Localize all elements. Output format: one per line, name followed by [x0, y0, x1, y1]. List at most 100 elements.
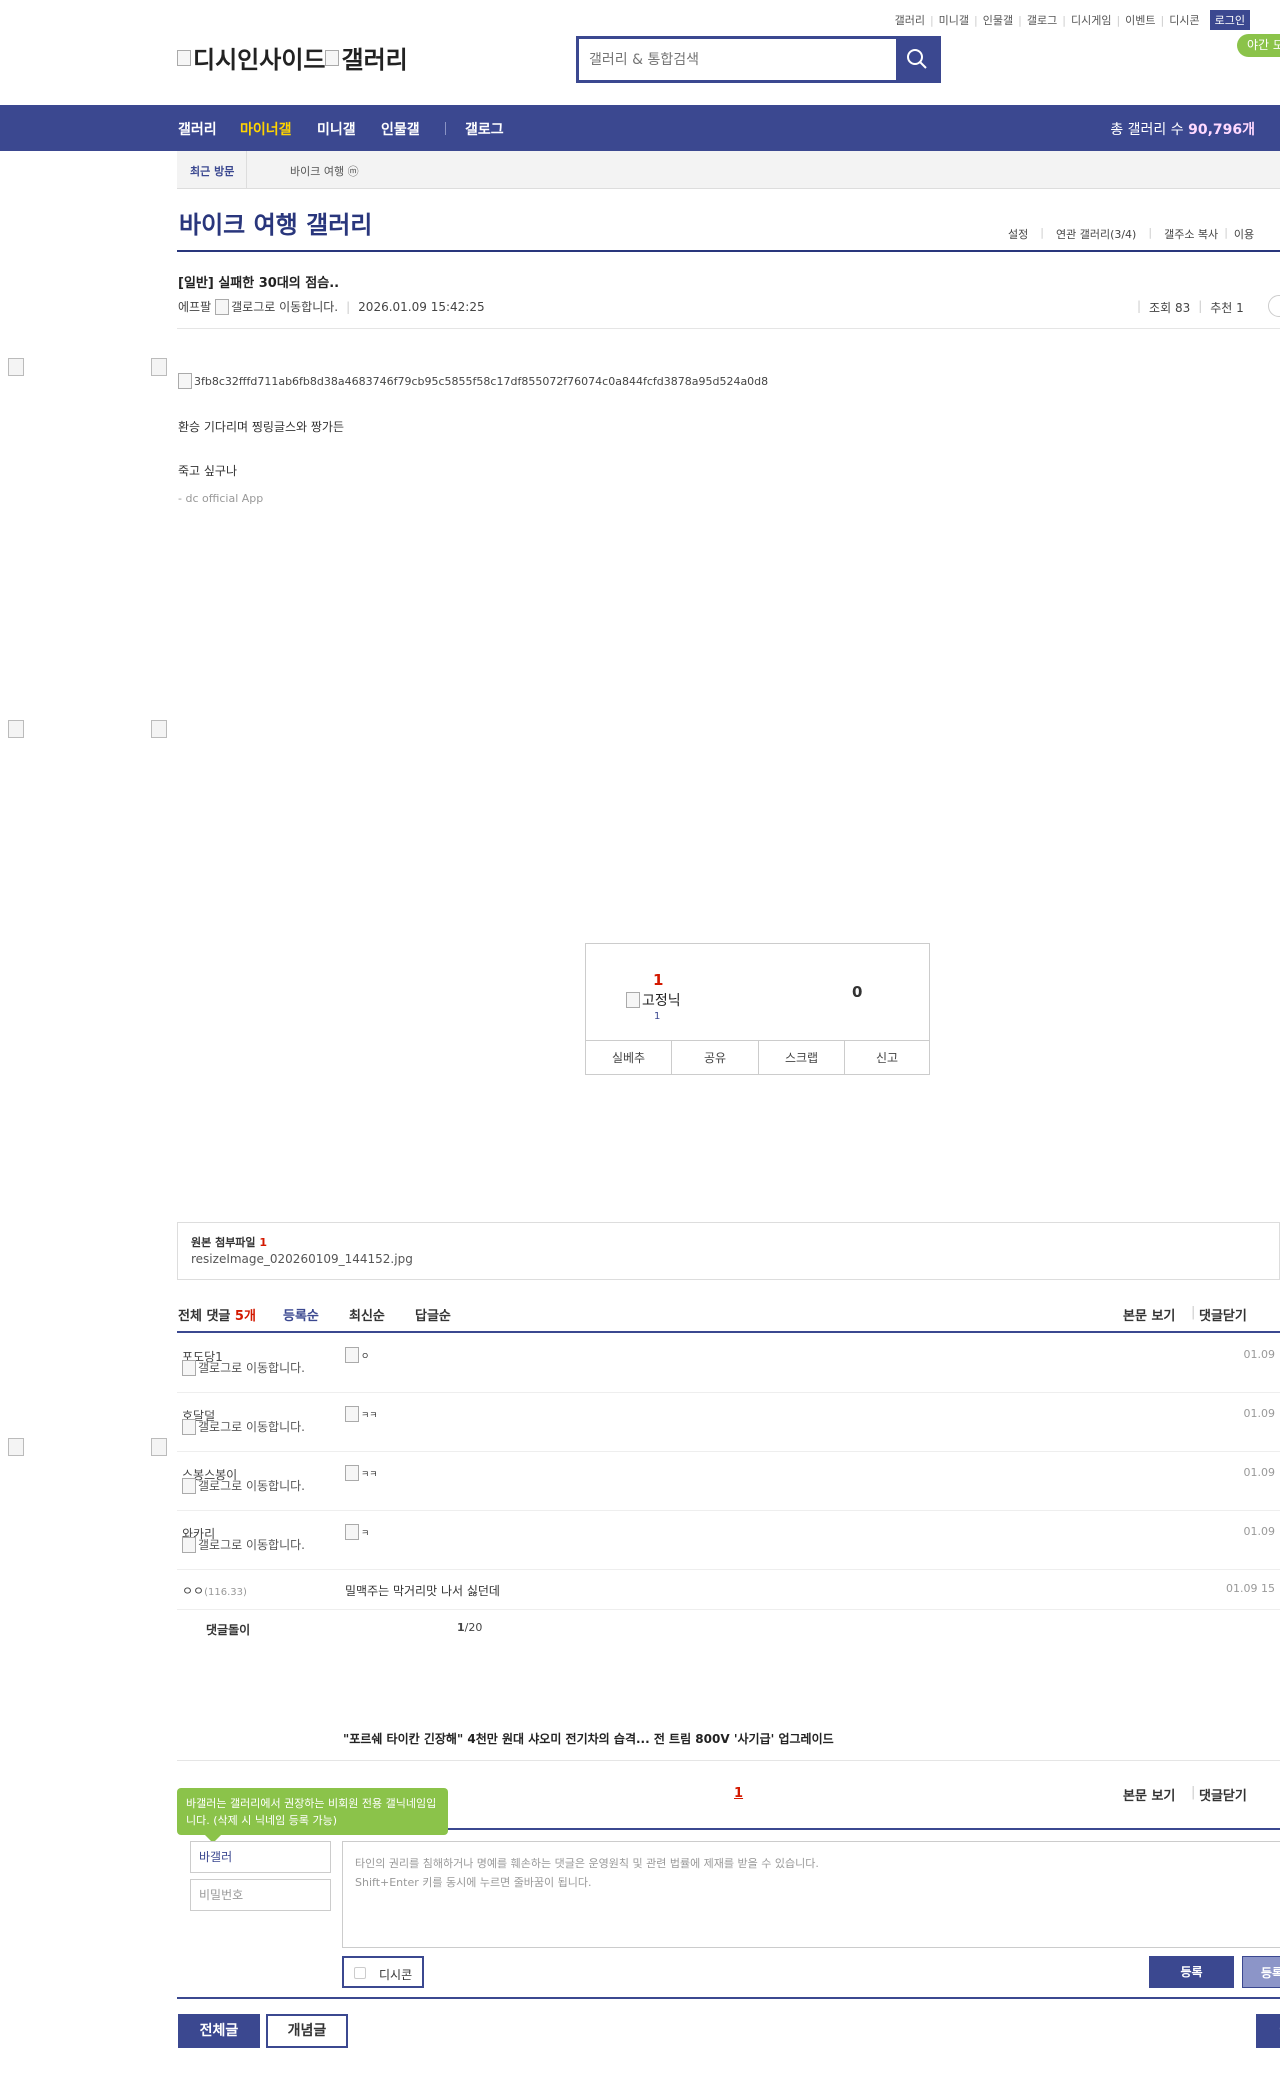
- comment-bot-page: 1: [457, 1621, 465, 1634]
- top-link-minor[interactable]: 미니갤: [939, 12, 969, 28]
- nav-person-gallery[interactable]: 인물갤: [381, 119, 420, 139]
- gallog-link[interactable]: 갤로그로 이동합니다.: [182, 1419, 312, 1435]
- silbe-recommend-button[interactable]: 실베추: [586, 1040, 672, 1074]
- gallog-link[interactable]: 갤로그로 이동합니다.: [182, 1360, 312, 1376]
- comment-date: 01.09 15: [1226, 1582, 1275, 1595]
- report-button[interactable]: 신고: [845, 1040, 929, 1074]
- nav-divider: [445, 122, 446, 135]
- gallery-settings-link[interactable]: 설정: [1008, 226, 1028, 242]
- concept-posts-button[interactable]: 개념글: [266, 2014, 348, 2048]
- top-link-gallery[interactable]: 갤러리: [895, 12, 925, 28]
- recent-divider: [246, 151, 247, 188]
- attachment-file-link[interactable]: resizeImage_020260109_144152.jpg: [191, 1252, 413, 1266]
- comment-row: 포도당1 갤로그로 이동합니다. ㅇ 01.09: [177, 1333, 1280, 1393]
- post-author[interactable]: 에프팔: [178, 298, 211, 315]
- login-button[interactable]: 로그인: [1209, 10, 1250, 30]
- top-link-dcgame[interactable]: 디시게임: [1071, 12, 1111, 28]
- share-circle-button[interactable]: [1268, 295, 1280, 317]
- search-button[interactable]: [896, 39, 938, 80]
- comment-bot-page-total: /20: [464, 1621, 483, 1634]
- post-meta: 에프팔 갤로그로 이동합니다. | 2026.01.09 15:42:25: [178, 298, 485, 315]
- related-gallery-link[interactable]: 연관 갤러리(3/4): [1056, 226, 1136, 242]
- comment-bot-label: 댓글돌이: [206, 1623, 251, 1637]
- close-comments-link-bottom[interactable]: 댓글닫기: [1199, 1785, 1247, 1804]
- sort-latest-tab[interactable]: 최신순: [349, 1305, 385, 1324]
- write-post-button[interactable]: 글: [1256, 2014, 1280, 2048]
- comment-dccon-image: ㅋㅋ: [345, 1465, 378, 1481]
- comment-body: ㅋㅋ: [361, 1410, 378, 1421]
- comment-row: 스봉스봉이 갤로그로 이동합니다. ㅋㅋ 01.09: [177, 1451, 1280, 1511]
- comment-body: ㅋㅋ: [361, 1469, 378, 1480]
- main-nav: 갤러리 마이너갤 미니갤 인물갤 갤로그 총 갤러리 수 90,796개: [0, 105, 1280, 151]
- comment-nick[interactable]: ㅇㅇ(116.33): [182, 1582, 247, 1599]
- comment-page-1[interactable]: 1: [734, 1786, 743, 1801]
- share-button[interactable]: 공유: [672, 1040, 759, 1074]
- recent-item-bike-travel[interactable]: 바이크 여행 ⓜ: [290, 163, 359, 179]
- comment-dccon-image: ㅋ: [345, 1524, 369, 1540]
- comment-submit-alt-button[interactable]: 등록: [1242, 1956, 1280, 1988]
- top-link-event[interactable]: 이벤트: [1125, 12, 1155, 28]
- broken-image-icon: [345, 1347, 359, 1363]
- gallog-link[interactable]: 갤로그로 이동합니다.: [182, 1478, 312, 1494]
- top-link-person[interactable]: 인물갤: [983, 12, 1013, 28]
- sort-registered-tab[interactable]: 등록순: [283, 1305, 319, 1324]
- view-body-link[interactable]: 본문 보기: [1123, 1305, 1175, 1324]
- comment-dccon-image: ㅋㅋ: [345, 1406, 378, 1422]
- nav-gallery[interactable]: 갤러리: [178, 119, 217, 139]
- post-views: 조회 83: [1149, 301, 1191, 315]
- nav-gallog[interactable]: 갤로그: [465, 119, 504, 139]
- comment-submit-button[interactable]: 등록: [1149, 1956, 1234, 1988]
- all-posts-button[interactable]: 전체글: [178, 2014, 260, 2048]
- night-mode-toggle[interactable]: 야간 모드: [1237, 34, 1280, 57]
- post-stats: | 조회 83 | 추천 1: [1137, 299, 1244, 315]
- comment-dccon-image: ㅇ: [345, 1347, 369, 1363]
- password-input[interactable]: 비밀번호: [190, 1879, 331, 1911]
- comment-bot-divider: [177, 1760, 1280, 1761]
- scrap-button[interactable]: 스크랩: [759, 1040, 845, 1074]
- post-body-line: 죽고 싶구나: [178, 464, 238, 478]
- site-logo[interactable]: 디시인사이드 갤러리: [177, 40, 408, 75]
- dccon-button[interactable]: 디시콘: [342, 1956, 424, 1988]
- total-gallery-count: 총 갤러리 수 90,796개: [1110, 119, 1255, 139]
- gallery-links: 설정 | 연관 갤러리(3/4) | 갤주소 복사 | 이용: [1008, 226, 1255, 242]
- side-banner-image: [151, 358, 167, 376]
- top-links: 갤러리 | 미니갤 | 인물갤 | 갤로그 | 디시게임 | 이벤트 | 디시콘 로그인: [895, 10, 1250, 30]
- nick-input[interactable]: 바갤러: [190, 1841, 331, 1873]
- recent-item-label: 바이크 여행: [290, 165, 345, 178]
- close-comments-link[interactable]: 댓글닫기: [1199, 1305, 1247, 1324]
- gallog-link[interactable]: 갤로그로 이동합니다.: [182, 1537, 312, 1553]
- search-input[interactable]: [579, 39, 896, 80]
- top-link-dccon[interactable]: 디시콘: [1169, 12, 1199, 28]
- nav-minor-gallery[interactable]: 마이너갤: [240, 119, 292, 139]
- logo-text: 디시인사이드: [193, 46, 326, 74]
- recommend-down-button[interactable]: [786, 974, 836, 1014]
- gallog-link[interactable]: 갤로그로 이동합니다.: [215, 298, 338, 315]
- comment-total-label: 전체 댓글: [178, 1309, 231, 1324]
- broken-image-icon: [182, 1478, 196, 1494]
- comment-date: 01.09: [1243, 1466, 1276, 1479]
- post-image[interactable]: 3fb8c32fffd711ab6fb8d38a4683746f79cb95c5…: [178, 373, 768, 389]
- nav-mini-gallery[interactable]: 미니갤: [317, 119, 356, 139]
- gallog-link-alt: 갤로그로 이동합니다.: [198, 1361, 305, 1375]
- fixed-nick-count: 1: [654, 1011, 661, 1022]
- post-footer-app: - dc official App: [178, 492, 264, 505]
- recommend-up-button[interactable]: [676, 984, 706, 1014]
- usage-link[interactable]: 이용: [1234, 226, 1254, 242]
- attachment-label-text: 원본 첨부파일: [191, 1236, 256, 1249]
- post-date: 2026.01.09 15:42:25: [358, 299, 485, 314]
- broken-image-icon: [182, 1360, 196, 1376]
- recommend-up-count: 1: [653, 971, 664, 989]
- comment-bot-news-link[interactable]: "포르쉐 타이칸 긴장해" 4천만 원대 샤오미 전기차의 습격... 전 트림…: [343, 1730, 834, 1747]
- sort-reply-tab[interactable]: 답글순: [415, 1305, 451, 1324]
- top-link-gallog[interactable]: 갤로그: [1027, 12, 1057, 28]
- broken-image-icon: [215, 298, 230, 315]
- write-area-bottomline: [177, 1997, 1280, 1999]
- fixed-nick-image: 고정닉: [626, 990, 681, 1010]
- gallery-title[interactable]: 바이크 여행 갤러리: [179, 205, 372, 240]
- broken-image-icon: [626, 992, 640, 1008]
- copy-gallery-address-link[interactable]: 갤주소 복사: [1164, 226, 1218, 242]
- view-body-link-bottom[interactable]: 본문 보기: [1123, 1785, 1175, 1804]
- comment-date: 01.09: [1243, 1407, 1276, 1420]
- gallog-link-alt: 갤로그로 이동합니다.: [231, 300, 339, 314]
- comment-textarea[interactable]: 타인의 권리를 침해하거나 명예를 훼손하는 댓글은 운영원칙 및 관련 법률에…: [342, 1841, 1280, 1948]
